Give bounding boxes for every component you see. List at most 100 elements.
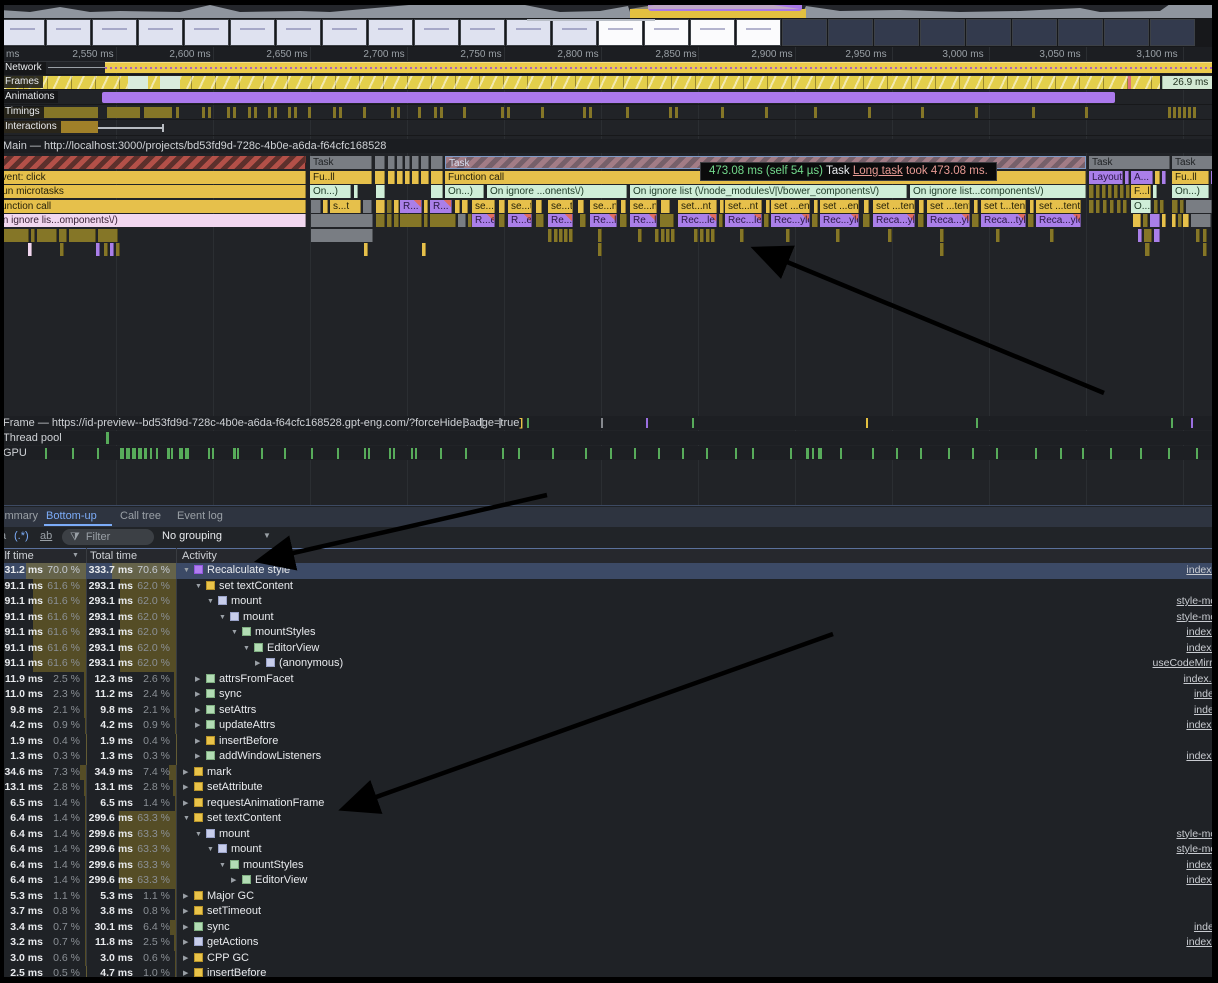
table-row[interactable]: 11.9 ms2.5 %12.3 ms2.6 %▶attrsFromFaceti… bbox=[0, 672, 1218, 688]
flame-bar[interactable] bbox=[1089, 185, 1094, 198]
animation-bar[interactable] bbox=[102, 92, 1115, 103]
flame-bar[interactable]: R...e bbox=[472, 214, 495, 227]
flame-bar[interactable] bbox=[31, 229, 35, 242]
flame-bar[interactable] bbox=[1143, 214, 1148, 227]
tab-summary[interactable]: Summary bbox=[0, 507, 38, 526]
flame-bar[interactable] bbox=[1110, 200, 1114, 213]
flame-bar[interactable] bbox=[59, 229, 67, 242]
filmstrip-thumbnail[interactable] bbox=[322, 19, 367, 46]
flame-bar[interactable] bbox=[116, 243, 120, 256]
filmstrip-thumbnail[interactable] bbox=[0, 19, 45, 46]
flame-bar[interactable]: Reca...yle bbox=[1036, 214, 1081, 227]
filmstrip-thumbnail[interactable] bbox=[552, 19, 597, 46]
flame-bar[interactable]: Fu..ll bbox=[310, 171, 372, 184]
regex-icon[interactable]: (.*) bbox=[14, 530, 29, 542]
flame-bar[interactable]: F...l bbox=[1131, 185, 1151, 198]
flame-bar[interactable] bbox=[1180, 200, 1184, 213]
flame-bar[interactable] bbox=[580, 214, 586, 227]
grouping-select[interactable]: No grouping bbox=[162, 530, 222, 542]
flame-bar[interactable] bbox=[1103, 200, 1107, 213]
activity-name[interactable]: Recalculate style bbox=[207, 564, 290, 576]
flame-bar[interactable] bbox=[864, 200, 869, 213]
flame-bar[interactable] bbox=[1172, 200, 1178, 213]
flame-bar[interactable]: On...) bbox=[1172, 185, 1209, 198]
flame-bar[interactable]: set...nt bbox=[678, 200, 717, 213]
flame-bar[interactable] bbox=[0, 156, 306, 169]
flame-bar[interactable] bbox=[536, 214, 544, 227]
interactions-track[interactable]: Interactions bbox=[0, 120, 1218, 136]
table-row[interactable]: 3.0 ms0.6 %3.0 ms0.6 %▶CPP GC bbox=[0, 951, 1218, 967]
flame-bar[interactable] bbox=[706, 229, 710, 242]
flame-bar[interactable] bbox=[1114, 185, 1118, 198]
flame-bar[interactable] bbox=[918, 214, 924, 227]
table-row[interactable]: 6.4 ms1.4 %299.6 ms63.3 %▼set textConten… bbox=[0, 811, 1218, 827]
flame-bar[interactable] bbox=[836, 229, 840, 242]
flame-bar[interactable] bbox=[554, 229, 558, 242]
expand-icon[interactable]: ▶ bbox=[183, 889, 194, 905]
flame-bar[interactable] bbox=[431, 171, 443, 184]
activity-name[interactable]: EditorView bbox=[267, 642, 319, 654]
flame-bar[interactable]: set ...tent bbox=[873, 200, 915, 213]
flame-bar[interactable]: R... bbox=[430, 200, 452, 213]
flame-bar[interactable]: set t...tent bbox=[981, 200, 1026, 213]
filmstrip-thumbnail[interactable] bbox=[920, 19, 965, 46]
flame-bar[interactable]: R... bbox=[400, 200, 422, 213]
flame-bar[interactable] bbox=[422, 243, 426, 256]
expand-icon[interactable]: ▶ bbox=[195, 703, 206, 719]
flame-bar[interactable] bbox=[431, 185, 443, 198]
flame-bar[interactable]: Rec...yle bbox=[771, 214, 810, 227]
activity-name[interactable]: getActions bbox=[207, 936, 258, 948]
table-row[interactable]: 6.4 ms1.4 %299.6 ms63.3 %▶EditorViewinde… bbox=[0, 873, 1218, 889]
collapse-icon[interactable]: ▼ bbox=[183, 563, 194, 579]
activity-name[interactable]: sync bbox=[207, 921, 230, 933]
flame-bar[interactable] bbox=[814, 200, 818, 213]
activity-name[interactable]: updateAttrs bbox=[219, 719, 275, 731]
flame-bar[interactable]: Reca...tyle bbox=[981, 214, 1026, 227]
flame-bar[interactable]: Run microtasks bbox=[0, 185, 306, 198]
flame-bar[interactable]: On...) bbox=[310, 185, 351, 198]
flame-bar[interactable] bbox=[1050, 229, 1054, 242]
flame-bar[interactable] bbox=[424, 200, 428, 213]
timeline-ruler[interactable]: ms2,550 ms2,600 ms2,650 ms2,700 ms2,750 … bbox=[0, 47, 1218, 62]
collapse-icon[interactable]: ▼ bbox=[207, 842, 218, 858]
expand-icon[interactable]: ▶ bbox=[183, 796, 194, 812]
flame-bar[interactable] bbox=[104, 243, 108, 256]
flame-bar[interactable] bbox=[694, 229, 698, 242]
table-row[interactable]: 291.1 ms61.6 %293.1 ms62.0 %▼mountstyle-… bbox=[0, 610, 1218, 626]
flame-bar[interactable]: se...t bbox=[508, 200, 532, 213]
flame-bar[interactable] bbox=[1125, 171, 1129, 184]
flame-bar[interactable]: se...nt bbox=[590, 200, 617, 213]
network-requests-bar[interactable] bbox=[105, 62, 1218, 73]
flame-bar[interactable]: On ignore ...onents\/) bbox=[487, 185, 627, 198]
filmstrip-thumbnail[interactable] bbox=[874, 19, 919, 46]
table-row[interactable]: 6.4 ms1.4 %299.6 ms63.3 %▼mountstyle-mod bbox=[0, 842, 1218, 858]
flame-bar[interactable]: Fu..ll bbox=[1172, 171, 1209, 184]
flame-bar[interactable] bbox=[98, 229, 118, 242]
flame-bar[interactable] bbox=[1191, 214, 1211, 227]
expand-icon[interactable]: ▶ bbox=[195, 672, 206, 688]
filmstrip-thumbnail[interactable] bbox=[1104, 19, 1149, 46]
filmstrip-thumbnail[interactable] bbox=[966, 19, 1011, 46]
table-row[interactable]: 11.0 ms2.3 %11.2 ms2.4 %▶syncindex. bbox=[0, 687, 1218, 703]
flame-bar[interactable] bbox=[1138, 229, 1142, 242]
flame-bar[interactable] bbox=[671, 229, 675, 242]
flame-bar[interactable] bbox=[1028, 214, 1034, 227]
collapse-icon[interactable]: ▼ bbox=[195, 827, 206, 843]
threadpool-track[interactable]: Thread pool bbox=[0, 431, 1218, 445]
whole-word-icon[interactable]: ab bbox=[40, 530, 52, 542]
flame-bar[interactable]: On ignore list...components\/) bbox=[910, 185, 1086, 198]
filmstrip-thumbnail[interactable] bbox=[690, 19, 735, 46]
flame-bar[interactable] bbox=[564, 229, 568, 242]
self-time-column-header[interactable]: Self time bbox=[0, 550, 34, 562]
flame-bar[interactable] bbox=[60, 243, 64, 256]
flame-bar[interactable]: On...) bbox=[445, 185, 484, 198]
flame-bar[interactable]: set ...ent bbox=[771, 200, 810, 213]
filmstrip-thumbnail[interactable] bbox=[276, 19, 321, 46]
table-row[interactable]: 3.2 ms0.7 %11.8 ms2.5 %▶getActionsindex.… bbox=[0, 935, 1218, 951]
expand-icon[interactable]: ▶ bbox=[195, 687, 206, 703]
table-row[interactable]: 3.4 ms0.7 %30.1 ms6.4 %▶syncindex. bbox=[0, 920, 1218, 936]
filmstrip-thumbnail[interactable] bbox=[506, 19, 551, 46]
table-row[interactable]: 3.7 ms0.8 %3.8 ms0.8 %▶setTimeout bbox=[0, 904, 1218, 920]
flame-bar[interactable] bbox=[311, 214, 373, 227]
flame-bar[interactable] bbox=[620, 214, 627, 227]
